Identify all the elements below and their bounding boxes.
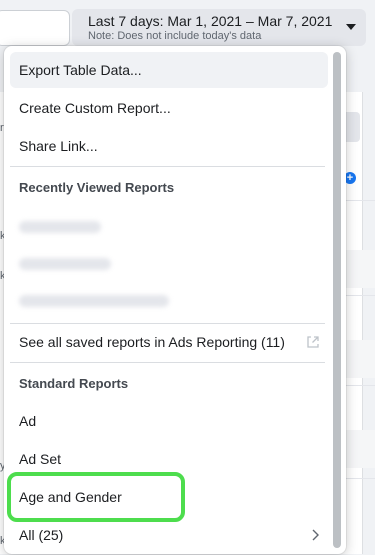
menu-item-label: Age and Gender [19,489,122,505]
chevron-right-icon [312,529,319,541]
background-search-input[interactable] [0,10,70,46]
reports-dropdown-menu: Export Table Data... Create Custom Repor… [4,46,346,554]
menu-item-label: Ad [19,413,37,429]
date-range-button[interactable]: Last 7 days: Mar 1, 2021 – Mar 7, 2021 N… [72,9,366,46]
menu-item-create-custom-report[interactable]: Create Custom Report... [10,90,328,126]
menu-item-label: All (25) [19,527,64,543]
recent-report-item[interactable] [19,221,101,233]
menu-item-label: See all saved reports in Ads Reporting (… [19,334,285,350]
menu-item-export-table-data[interactable]: Export Table Data... [10,52,328,88]
menu-item-ad[interactable]: Ad [10,403,328,439]
recent-report-item[interactable] [19,295,169,307]
menu-divider [10,362,325,363]
menu-item-label: Ad Set [19,451,62,467]
standard-reports-heading: Standard Reports [19,376,129,391]
recent-report-item[interactable] [19,258,111,270]
menu-item-label: Share Link... [19,138,98,154]
background-scrollbar[interactable] [362,92,375,554]
recently-viewed-heading: Recently Viewed Reports [19,180,175,195]
date-range-label: Last 7 days: Mar 1, 2021 – Mar 7, 2021 [88,13,333,29]
menu-item-age-and-gender[interactable]: Age and Gender [10,479,328,515]
menu-item-label: Export Table Data... [19,62,142,78]
menu-item-all-standard-reports[interactable]: All (25) [10,517,328,553]
date-range-note: Note: Does not include today's data [88,30,262,42]
caret-down-icon [346,24,356,30]
menu-item-label: Create Custom Report... [19,100,171,116]
menu-item-ad-set[interactable]: Ad Set [10,441,328,477]
menu-item-share-link[interactable]: Share Link... [10,128,328,164]
menu-divider [10,166,325,167]
menu-scrollbar[interactable] [333,52,341,548]
external-link-icon [307,336,319,348]
menu-item-see-all-saved-reports[interactable]: See all saved reports in Ads Reporting (… [10,324,328,360]
